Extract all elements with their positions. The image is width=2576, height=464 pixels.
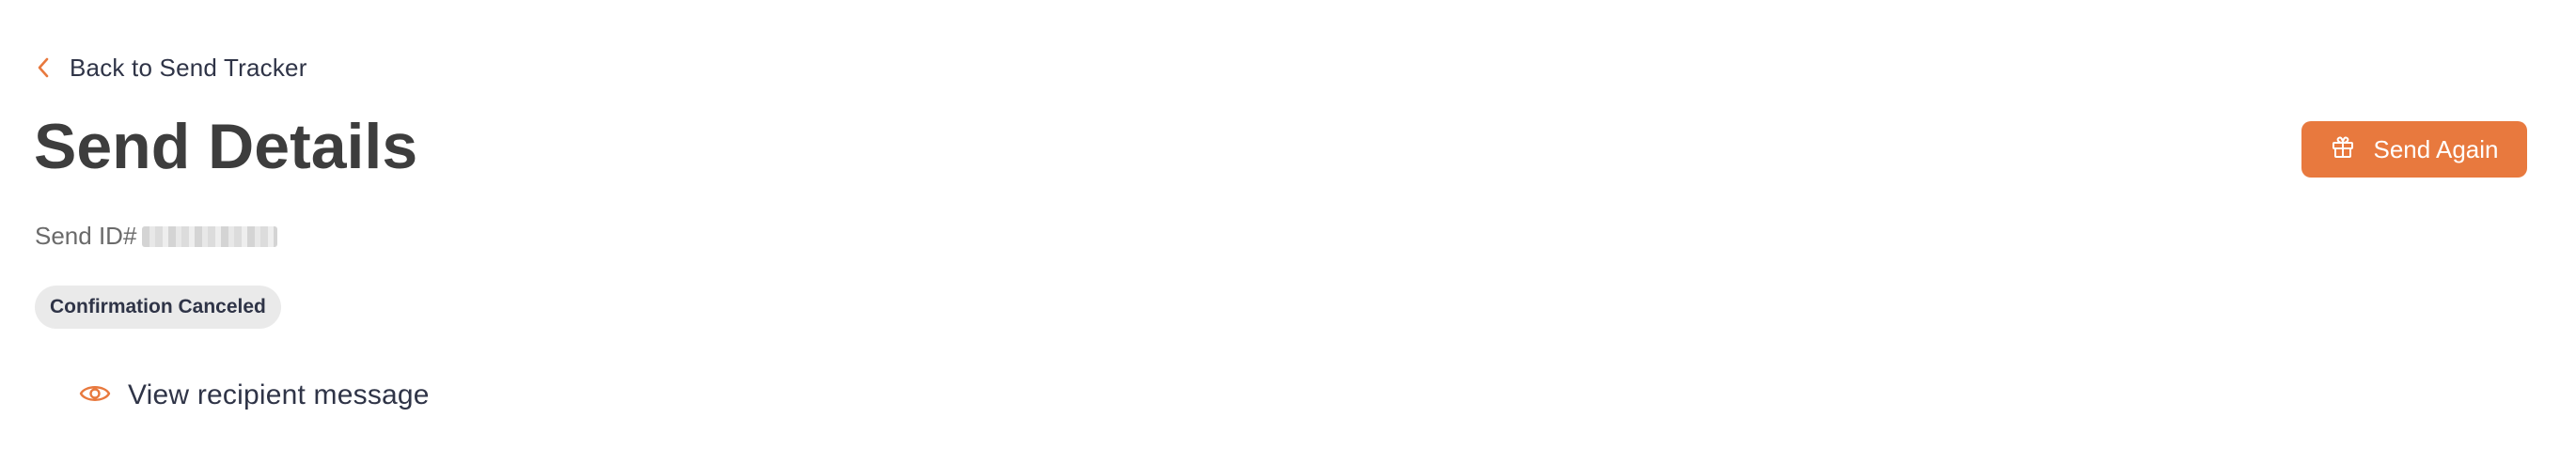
send-again-label: Send Again xyxy=(2373,134,2499,163)
view-message-label: View recipient message xyxy=(128,379,430,410)
gift-icon xyxy=(2330,133,2356,166)
back-to-send-tracker-link[interactable]: Back to Send Tracker xyxy=(36,49,307,86)
status-badge: Confirmation Canceled xyxy=(35,286,281,329)
view-recipient-message-link[interactable]: View recipient message xyxy=(79,379,430,411)
send-again-button[interactable]: Send Again xyxy=(2301,121,2527,178)
status-badge-label: Confirmation Canceled xyxy=(50,296,266,317)
page-title: Send Details xyxy=(34,111,418,182)
chevron-left-icon xyxy=(36,56,51,79)
send-id-label: Send ID# xyxy=(35,222,137,250)
eye-icon xyxy=(79,382,111,410)
send-id-redacted-value xyxy=(142,225,278,247)
send-details-page: Back to Send Tracker Send Details Send A… xyxy=(0,0,2576,464)
send-id: Send ID# xyxy=(35,222,278,251)
back-link-label: Back to Send Tracker xyxy=(70,53,307,82)
